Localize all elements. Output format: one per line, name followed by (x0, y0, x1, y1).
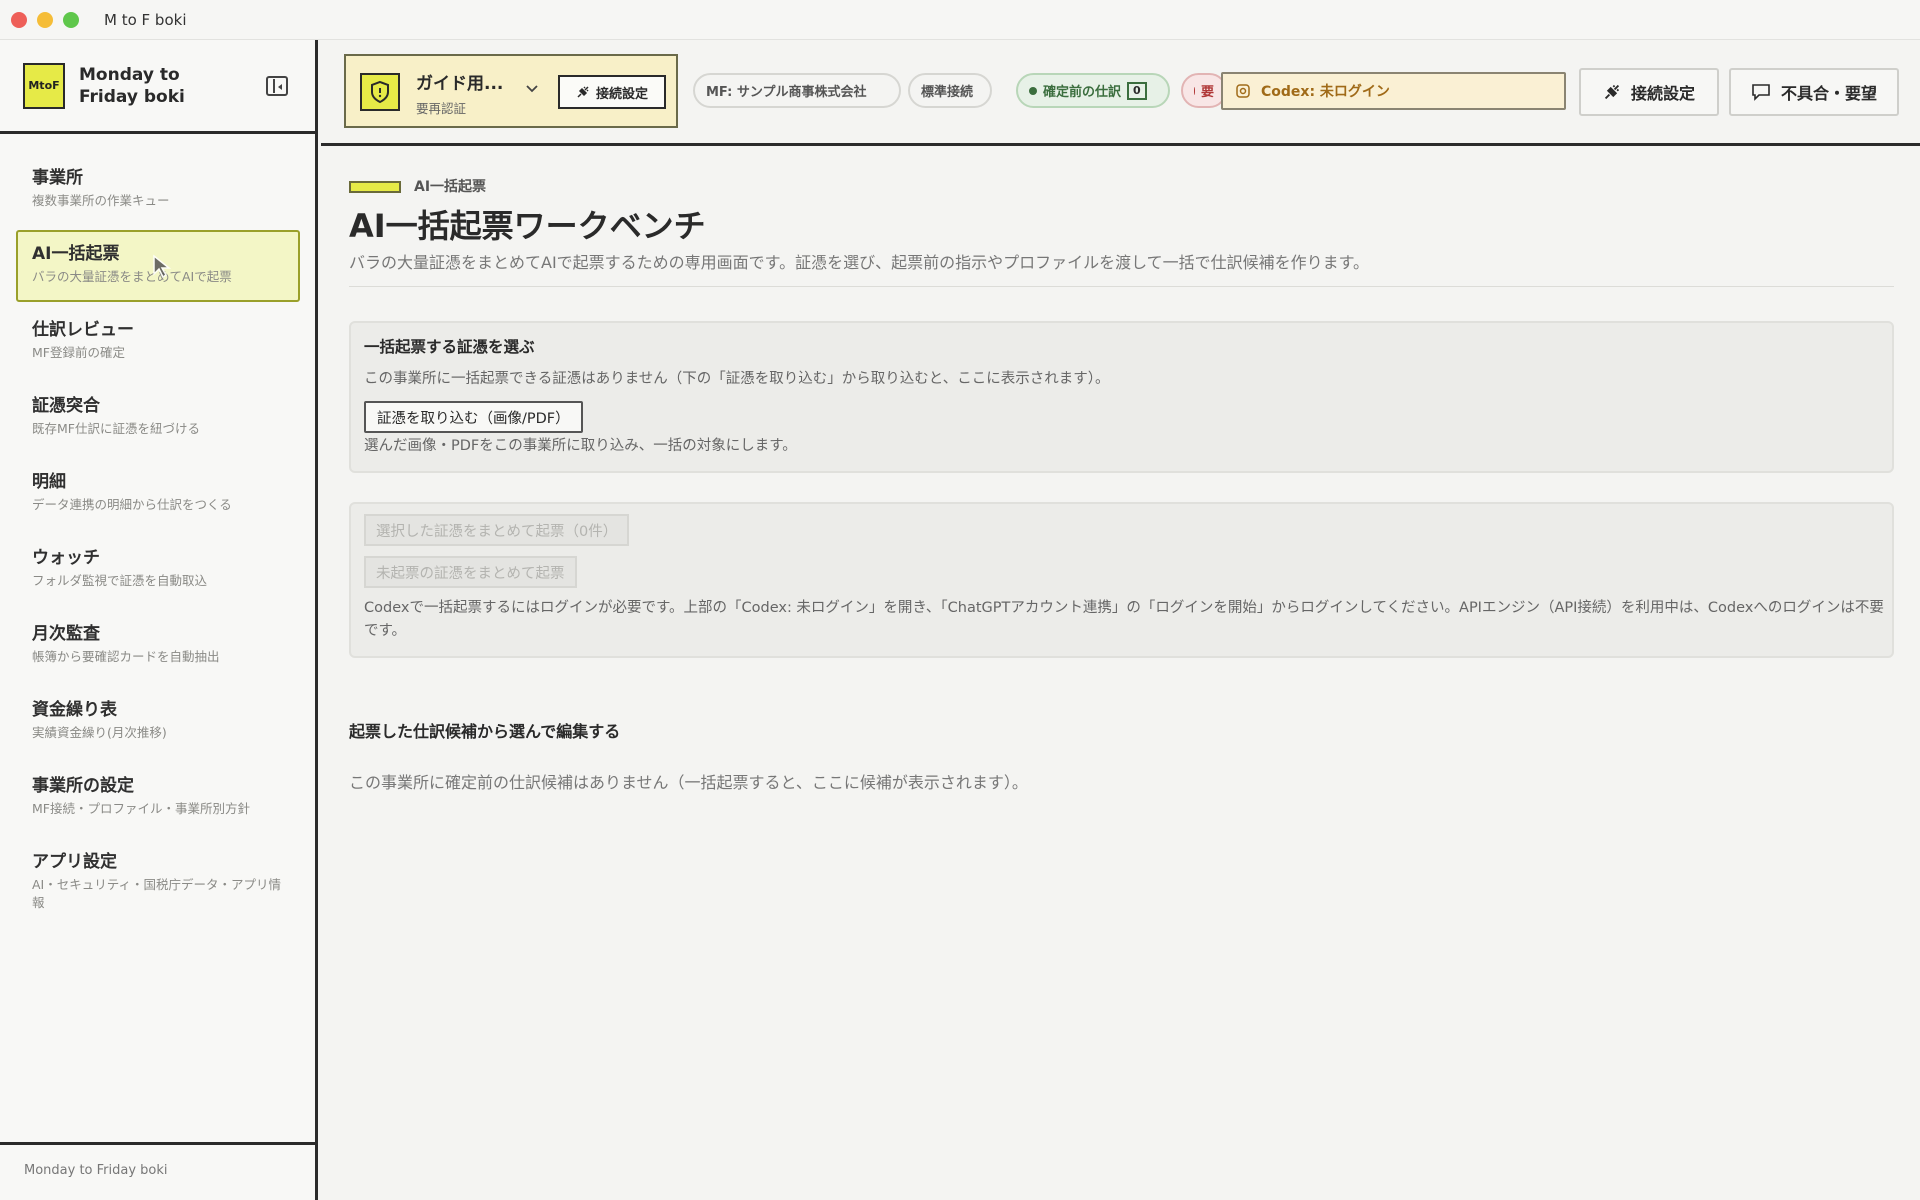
window-controls (11, 11, 79, 28)
connect-settings-button[interactable]: 接続設定 (1579, 68, 1719, 116)
sidebar-item-subtitle: データ連携の明細から仕訳をつくる (32, 497, 232, 512)
window-title: M to F boki (104, 10, 187, 29)
sidebar-item-label: 明細 (32, 472, 66, 492)
app-name: Monday to Friday boki (79, 64, 185, 107)
sidebar: MtoF Monday to Friday boki 事業所 複数事業所の作業キ… (0, 40, 318, 1200)
office-connect-settings-label: 接続設定 (595, 86, 648, 102)
office-selector[interactable]: ガイド用... 要再認証 接続設定 (344, 54, 678, 128)
status-dot (1029, 86, 1037, 95)
office-auth-status: 要再認証 (416, 101, 467, 116)
unconfirmed-journals-pill[interactable]: 確定前の仕訳 0 (1016, 73, 1170, 108)
page-title: AI一括起票ワークベンチ (349, 207, 706, 245)
bulk-action-panel: 選択した証憑をまとめて起票（0件） 未起票の証憑をまとめて起票 Codexで一括… (349, 502, 1894, 658)
status-dot (1194, 86, 1195, 95)
sidebar-collapse-icon[interactable] (266, 76, 288, 96)
top-toolbar: ガイド用... 要再認証 接続設定 MF: サンプル商事株式会社 標準接続 確定… (321, 40, 1920, 146)
codex-icon (1236, 84, 1250, 98)
post-unposted-button[interactable]: 未起票の証憑をまとめて起票 (364, 556, 577, 588)
select-vouchers-title: 一括起票する証憑を選ぶ (364, 338, 535, 356)
office-connect-settings-button[interactable]: 接続設定 (558, 75, 666, 109)
feedback-label: 不具合・要望 (1780, 84, 1877, 103)
sidebar-item-label: 事業所の設定 (32, 776, 134, 796)
close-window-button[interactable] (11, 11, 27, 28)
app-logo: MtoF (23, 62, 65, 109)
sidebar-item-office-settings[interactable]: 事業所の設定 MF接続・プロファイル・事業所別方針 (16, 762, 300, 834)
unconfirmed-journals-label: 確定前の仕訳 (1043, 85, 1122, 100)
sidebar-item-subtitle: MF接続・プロファイル・事業所別方針 (32, 801, 250, 816)
codex-status-label: Codex: 未ログイン (1261, 84, 1390, 100)
import-hint: 選んだ画像・PDFをこの事業所に取り込み、一括の対象にします。 (364, 438, 797, 454)
sidebar-item-label: ウォッチ (32, 548, 100, 568)
sidebar-item-journal-review[interactable]: 仕訳レビュー MF登録前の確定 (16, 306, 300, 378)
select-vouchers-panel: 一括起票する証憑を選ぶ この事業所に一括起票できる証憑はありません（下の「証憑を… (349, 321, 1894, 473)
office-name: ガイド用... (416, 74, 504, 94)
feedback-button[interactable]: 不具合・要望 (1729, 68, 1899, 116)
sidebar-item-monthly-audit[interactable]: 月次監査 帳簿から要確認カードを自動抽出 (16, 610, 300, 682)
brand-header: MtoF Monday to Friday boki (0, 40, 315, 134)
unconfirmed-journals-count: 0 (1127, 81, 1147, 100)
codex-login-status[interactable]: Codex: 未ログイン (1221, 72, 1566, 110)
sidebar-item-label: アプリ設定 (32, 852, 117, 872)
candidates-empty-text: この事業所に確定前の仕訳候補はありません（一括起票すると、ここに候補が表示されま… (349, 773, 1028, 792)
sidebar-item-offices[interactable]: 事業所 複数事業所の作業キュー (16, 154, 300, 226)
mouse-cursor-icon (153, 254, 172, 279)
sidebar-item-statements[interactable]: 明細 データ連携の明細から仕訳をつくる (16, 458, 300, 530)
sidebar-footer: Monday to Friday boki (0, 1142, 315, 1200)
zoom-window-button[interactable] (63, 11, 79, 28)
sidebar-item-subtitle: 既存MF仕訳に証憑を紐づける (32, 421, 200, 436)
company-pill[interactable]: MF: サンプル商事株式会社 (693, 73, 901, 108)
plug-icon (577, 86, 589, 98)
attention-label: 要 (1200, 85, 1214, 100)
sidebar-item-subtitle: AI・セキュリティ・国税庁データ・アプリ情報 (32, 877, 281, 910)
candidates-title: 起票した仕訳候補から選んで編集する (349, 722, 621, 741)
title-bar: M to F boki (0, 0, 1920, 40)
sidebar-item-label: 事業所 (32, 168, 83, 188)
sidebar-item-label: 仕訳レビュー (32, 320, 134, 340)
shield-icon (360, 73, 400, 111)
sidebar-nav: 事業所 複数事業所の作業キュー AI一括起票 バラの大量証憑をまとめてAIで起票… (0, 134, 315, 910)
sidebar-item-voucher-matching[interactable]: 証憑突合 既存MF仕訳に証憑を紐づける (16, 382, 300, 454)
sidebar-item-subtitle: MF登録前の確定 (32, 345, 125, 360)
import-vouchers-button[interactable]: 証憑を取り込む（画像/PDF） (364, 401, 583, 433)
minimize-window-button[interactable] (37, 11, 53, 28)
sidebar-item-watch[interactable]: ウォッチ フォルダ監視で証憑を自動取込 (16, 534, 300, 606)
plug-icon (1604, 84, 1620, 100)
codex-login-note: Codexで一括起票するにはログインが必要です。上部の「Codex: 未ログイン… (364, 600, 1884, 639)
sidebar-item-ai-bulk[interactable]: AI一括起票 バラの大量証憑をまとめてAIで起票 (16, 230, 300, 302)
divider (349, 286, 1894, 287)
chevron-down-icon[interactable] (526, 82, 538, 94)
sidebar-item-subtitle: 帳簿から要確認カードを自動抽出 (32, 649, 220, 664)
post-selected-button[interactable]: 選択した証憑をまとめて起票（0件） (364, 514, 630, 546)
sidebar-item-subtitle: 複数事業所の作業キュー (32, 193, 170, 208)
no-vouchers-text: この事業所に一括起票できる証憑はありません（下の「証憑を取り込む」から取り込むと… (364, 371, 1110, 387)
page-description: バラの大量証憑をまとめてAIで起票するための専用画面です。証憑を選び、起票前の指… (349, 253, 1369, 272)
sidebar-item-subtitle: 実績資金繰り(月次推移) (32, 725, 167, 740)
standard-connection-pill[interactable]: 標準接続 (908, 73, 992, 108)
sidebar-item-subtitle: フォルダ監視で証憑を自動取込 (32, 573, 208, 588)
sidebar-item-label: 月次監査 (32, 624, 100, 644)
sidebar-item-label: 資金繰り表 (32, 700, 117, 720)
breadcrumb: AI一括起票 (414, 179, 487, 195)
chat-bubble-icon (1752, 84, 1770, 101)
main-content: AI一括起票 AI一括起票ワークベンチ バラの大量証憑をまとめてAIで起票するた… (321, 149, 1920, 1200)
breadcrumb-marker (349, 181, 401, 193)
sidebar-item-label: 証憑突合 (32, 396, 100, 416)
sidebar-item-cashflow[interactable]: 資金繰り表 実績資金繰り(月次推移) (16, 686, 300, 758)
connect-settings-label: 接続設定 (1630, 84, 1695, 103)
sidebar-item-app-settings[interactable]: アプリ設定 AI・セキュリティ・国税庁データ・アプリ情報 (16, 838, 300, 910)
